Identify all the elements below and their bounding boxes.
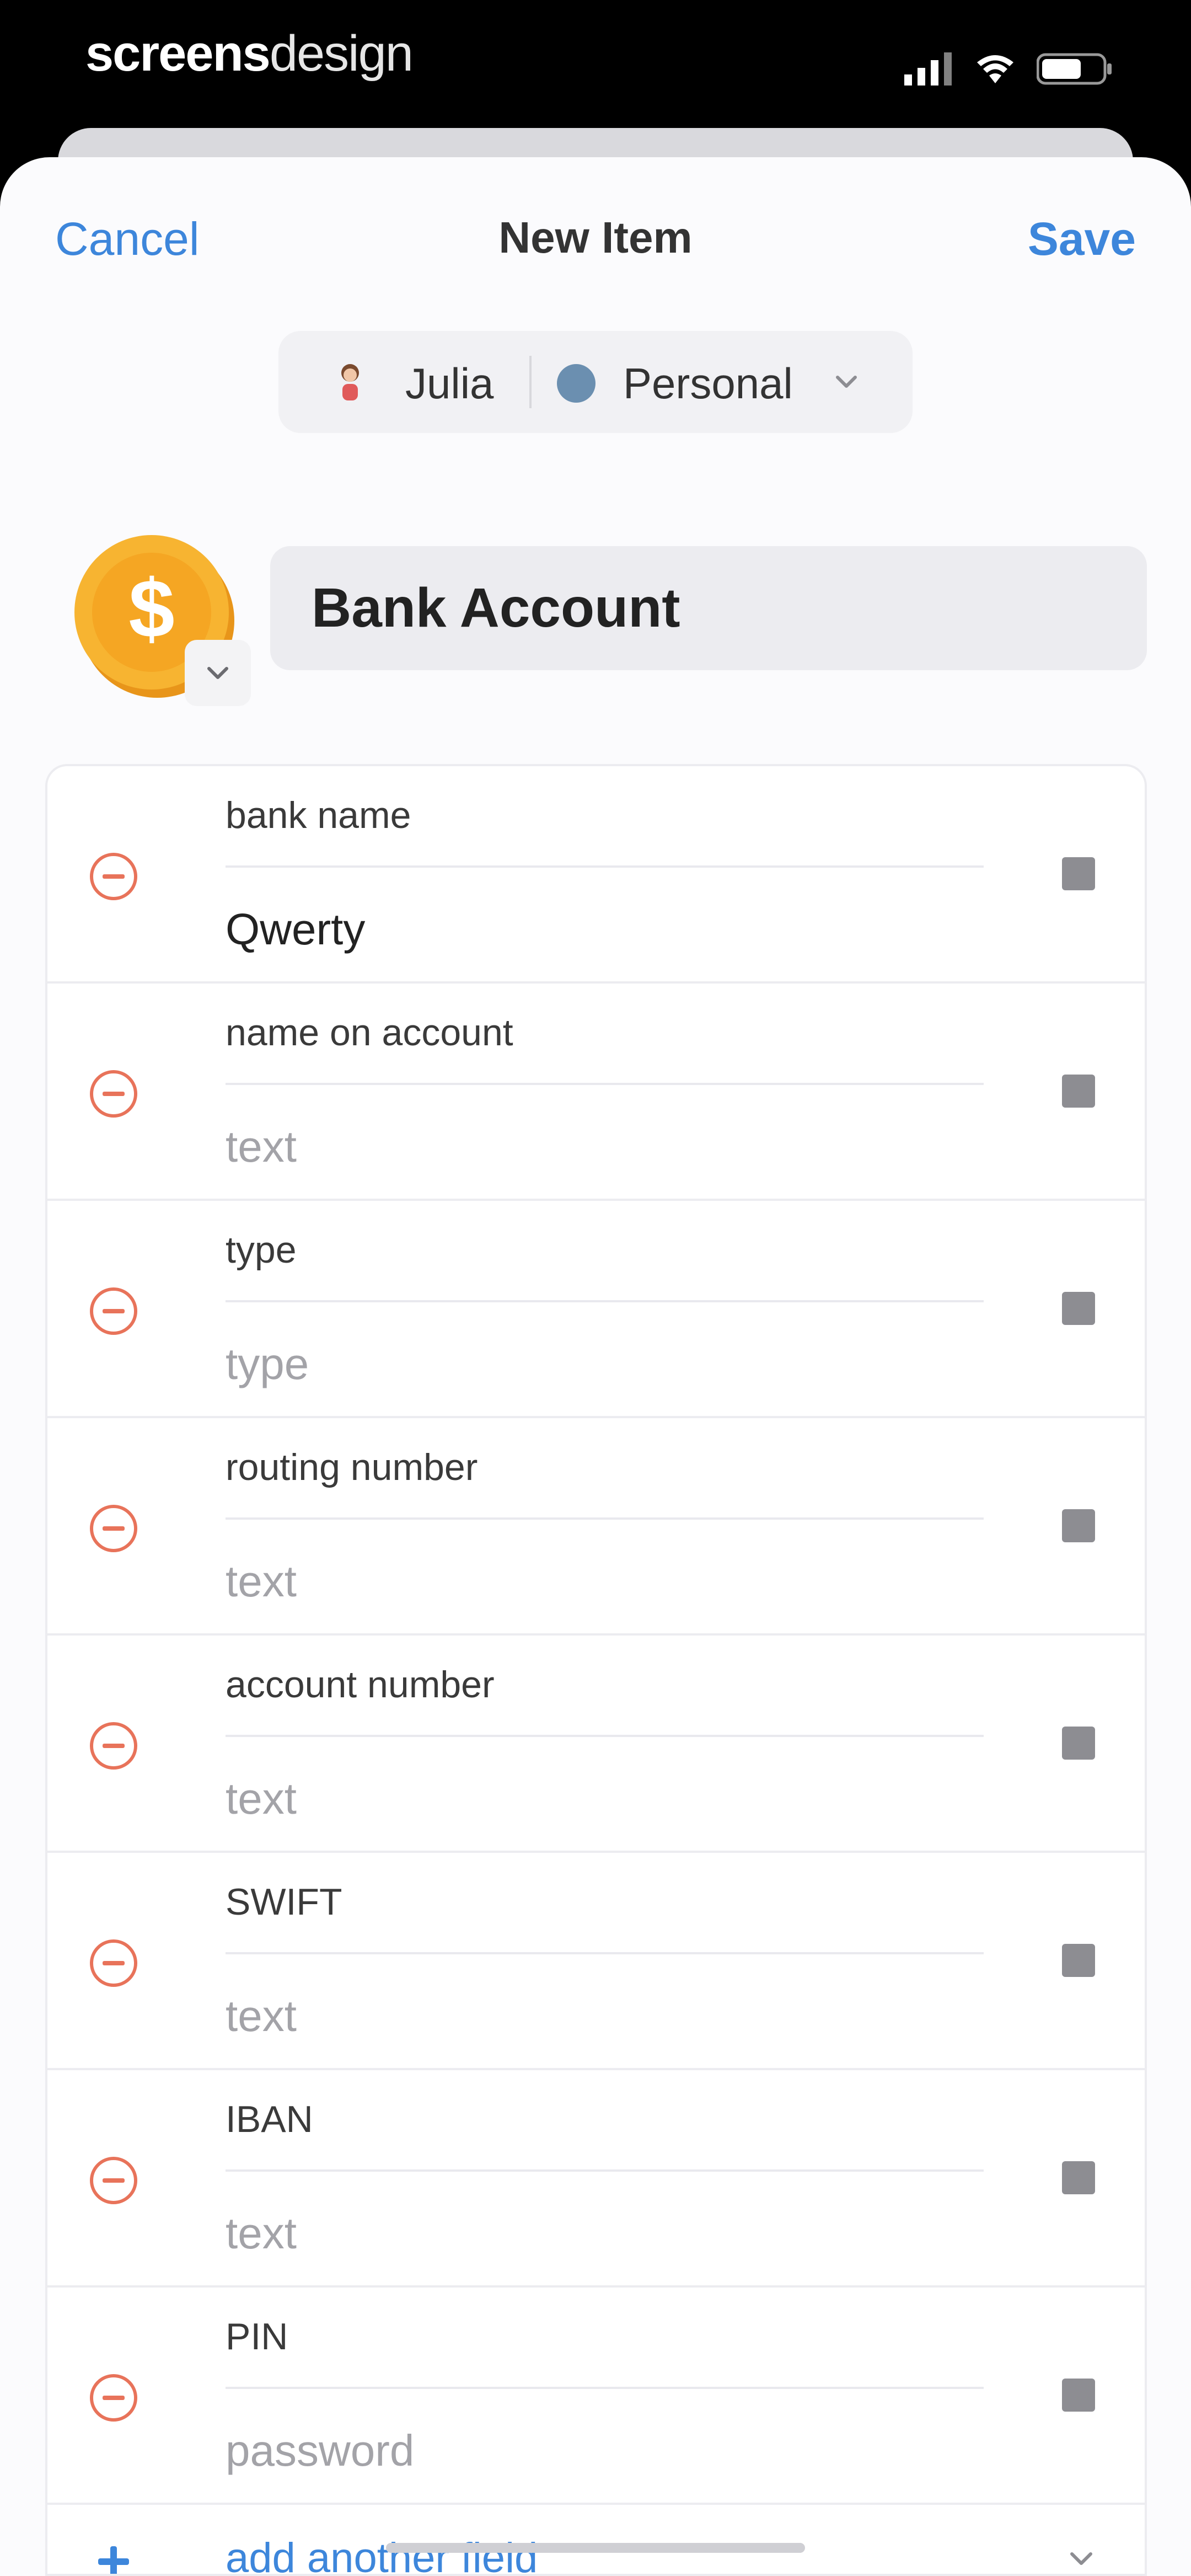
remove-field-icon[interactable] xyxy=(86,1066,141,1121)
add-field-label: add another field xyxy=(226,2535,538,2576)
vault-icon xyxy=(557,364,596,403)
field-value[interactable]: text xyxy=(226,1121,297,1172)
field-row-type: type type xyxy=(47,1201,1145,1418)
field-row-pin: PIN password xyxy=(47,2288,1145,2505)
chevron-down-icon xyxy=(836,376,857,388)
field-row-iban: IBAN text xyxy=(47,2070,1145,2288)
field-row-account-number: account number text xyxy=(47,1636,1145,1853)
field-separator xyxy=(226,2169,984,2172)
vault-name: Personal xyxy=(623,359,793,408)
user-avatar-icon xyxy=(341,364,359,400)
account-vault-selector[interactable]: Julia Personal xyxy=(278,331,913,433)
field-label[interactable]: routing number xyxy=(226,1446,478,1489)
field-label[interactable]: name on account xyxy=(226,1011,513,1054)
field-label[interactable]: SWIFT xyxy=(226,1880,342,1923)
field-separator xyxy=(226,1517,984,1520)
field-separator xyxy=(226,2387,984,2389)
item-title-field[interactable] xyxy=(270,546,1147,670)
field-separator xyxy=(226,865,984,868)
brand-part-1: screens xyxy=(85,25,271,82)
field-separator xyxy=(226,1735,984,1737)
drag-handle-icon[interactable] xyxy=(1062,1509,1095,1542)
remove-field-icon[interactable] xyxy=(86,2370,141,2425)
drag-handle-icon[interactable] xyxy=(1062,2161,1095,2194)
chevron-down-icon xyxy=(207,667,228,679)
home-indicator xyxy=(386,2543,805,2553)
cancel-button[interactable]: Cancel xyxy=(55,212,199,266)
drag-handle-icon[interactable] xyxy=(1062,1075,1095,1108)
drag-handle-icon[interactable] xyxy=(1062,1727,1095,1760)
plus-icon xyxy=(98,2546,129,2574)
field-value[interactable]: text xyxy=(226,1991,297,2041)
remove-field-icon[interactable] xyxy=(86,1936,141,1991)
svg-text:$: $ xyxy=(128,562,174,655)
selector-divider xyxy=(529,356,532,408)
account-user-name: Julia xyxy=(405,359,494,408)
item-title-input[interactable] xyxy=(312,576,1147,640)
status-icons xyxy=(904,50,1114,88)
cellular-signal-icon xyxy=(904,52,952,85)
drag-handle-icon[interactable] xyxy=(1062,1292,1095,1325)
field-row-bank-name: bank name Qwerty xyxy=(47,766,1145,984)
field-label[interactable]: account number xyxy=(226,1663,495,1706)
add-field-button[interactable]: add another field xyxy=(47,2506,1145,2576)
field-value[interactable]: type xyxy=(226,1339,309,1389)
remove-field-icon[interactable] xyxy=(86,849,141,904)
drag-handle-icon[interactable] xyxy=(1062,2379,1095,2412)
field-value[interactable]: password xyxy=(226,2425,414,2476)
field-label[interactable]: bank name xyxy=(226,794,411,837)
status-bar: screensdesign xyxy=(0,0,1191,132)
field-value[interactable]: text xyxy=(226,1556,297,1607)
field-separator xyxy=(226,1952,984,1954)
drag-handle-icon[interactable] xyxy=(1062,1944,1095,1977)
remove-field-icon[interactable] xyxy=(86,2153,141,2208)
field-label[interactable]: PIN xyxy=(226,2315,288,2358)
field-value[interactable]: text xyxy=(226,2208,297,2259)
remove-field-icon[interactable] xyxy=(86,1718,141,1773)
remove-field-icon[interactable] xyxy=(86,1284,141,1339)
field-label[interactable]: type xyxy=(226,1228,297,1271)
field-separator xyxy=(226,1300,984,1302)
icon-picker-button[interactable] xyxy=(185,640,251,706)
field-value[interactable]: Qwerty xyxy=(226,904,365,955)
brand-logo: screensdesign xyxy=(85,25,414,83)
field-row-name-on-account: name on account text xyxy=(47,984,1145,1201)
save-button[interactable]: Save xyxy=(1028,212,1136,266)
brand-part-2: design xyxy=(269,25,414,82)
remove-field-icon[interactable] xyxy=(86,1501,141,1556)
field-row-routing-number: routing number text xyxy=(47,1418,1145,1636)
battery-icon xyxy=(1037,53,1112,85)
field-label[interactable]: IBAN xyxy=(226,2098,313,2141)
field-value[interactable]: text xyxy=(226,1773,297,1824)
field-row-swift: SWIFT text xyxy=(47,1853,1145,2070)
wifi-icon xyxy=(977,55,1013,83)
field-list: bank name Qwerty name on account text ty… xyxy=(45,764,1147,2576)
field-separator xyxy=(226,1083,984,1085)
chevron-down-icon xyxy=(1070,2552,1092,2565)
drag-handle-icon[interactable] xyxy=(1062,857,1095,890)
